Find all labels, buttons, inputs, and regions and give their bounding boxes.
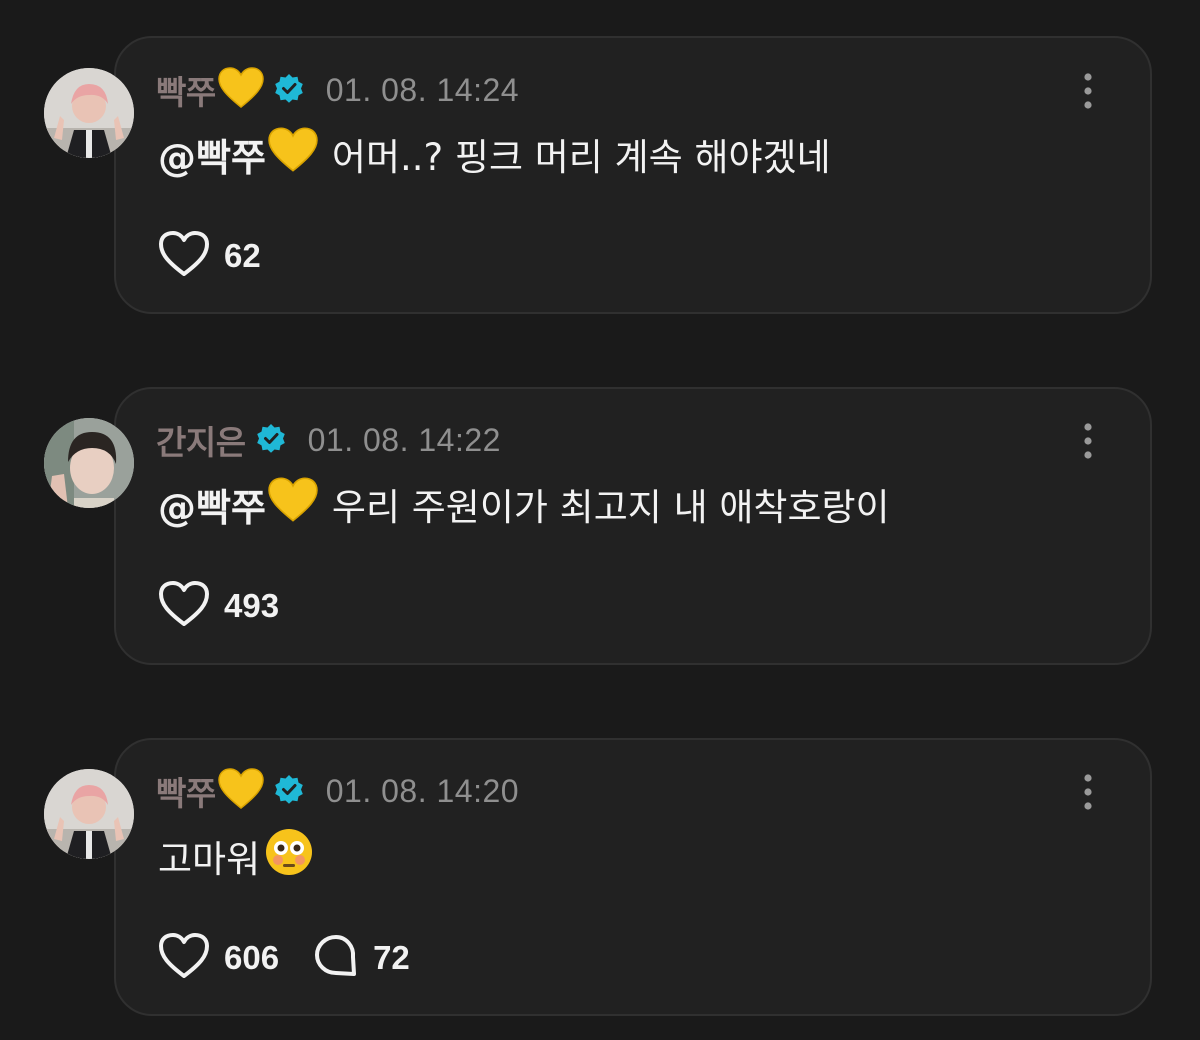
username[interactable]: 빡쭈 [156, 767, 216, 815]
username[interactable]: 빡쭈 [156, 66, 216, 114]
avatar[interactable] [44, 769, 134, 859]
comment-actions: 62 [158, 230, 261, 282]
mention-link[interactable]: @빡쭈 [158, 127, 266, 182]
comment-meta: 빡쭈 01. 08. 14:24 [156, 67, 520, 113]
avatar[interactable] [44, 418, 134, 508]
comment-meta: 간지은 01. 08. 14:22 [156, 420, 501, 463]
heart-outline-icon [158, 932, 210, 984]
username[interactable]: 간지은 [156, 416, 246, 464]
yellow-heart-icon [268, 126, 318, 182]
verified-badge-icon [274, 73, 304, 107]
flushed-face-icon [264, 827, 314, 886]
reply-count: 72 [373, 939, 410, 976]
speech-bubble-icon [313, 933, 359, 983]
verified-badge-icon [256, 423, 286, 457]
comment-text: @빡쭈 우리 주원이가 최고지 내 애착호랑이 [158, 476, 890, 532]
yellow-heart-icon [217, 67, 264, 113]
reply-button[interactable]: 72 [313, 933, 410, 983]
comment-body: 우리 주원이가 최고지 내 애착호랑이 [331, 486, 890, 529]
timestamp: 01. 08. 14:20 [325, 772, 520, 809]
like-count: 493 [224, 587, 280, 624]
comment-meta: 빡쭈 01. 08. 14:20 [156, 768, 520, 814]
yellow-heart-icon [217, 768, 264, 814]
more-vertical-icon[interactable] [1078, 422, 1098, 462]
yellow-heart-icon [268, 476, 318, 532]
like-button[interactable]: 606 [158, 932, 279, 984]
timestamp: 01. 08. 14:22 [307, 421, 501, 458]
more-vertical-icon[interactable] [1078, 72, 1098, 112]
comment-text: @빡쭈 어머..? 핑크 머리 계속 해야겠네 [158, 126, 831, 182]
mention-link[interactable]: @빡쭈 [158, 477, 266, 532]
comment-body: 고마워 [158, 838, 261, 881]
verified-badge-icon [274, 774, 304, 808]
like-count: 606 [224, 939, 280, 976]
comment-actions: 606 72 [158, 932, 410, 984]
avatar[interactable] [44, 68, 134, 158]
comment-text: 고마워 [158, 828, 314, 884]
timestamp: 01. 08. 14:24 [325, 71, 520, 108]
like-button[interactable]: 62 [158, 230, 261, 282]
comment-actions: 493 [158, 580, 279, 632]
more-vertical-icon[interactable] [1078, 773, 1098, 813]
heart-outline-icon [158, 580, 210, 632]
like-count: 62 [224, 237, 261, 274]
like-button[interactable]: 493 [158, 580, 279, 632]
heart-outline-icon [158, 230, 210, 282]
comment-body: 어머..? 핑크 머리 계속 해야겠네 [331, 136, 831, 179]
